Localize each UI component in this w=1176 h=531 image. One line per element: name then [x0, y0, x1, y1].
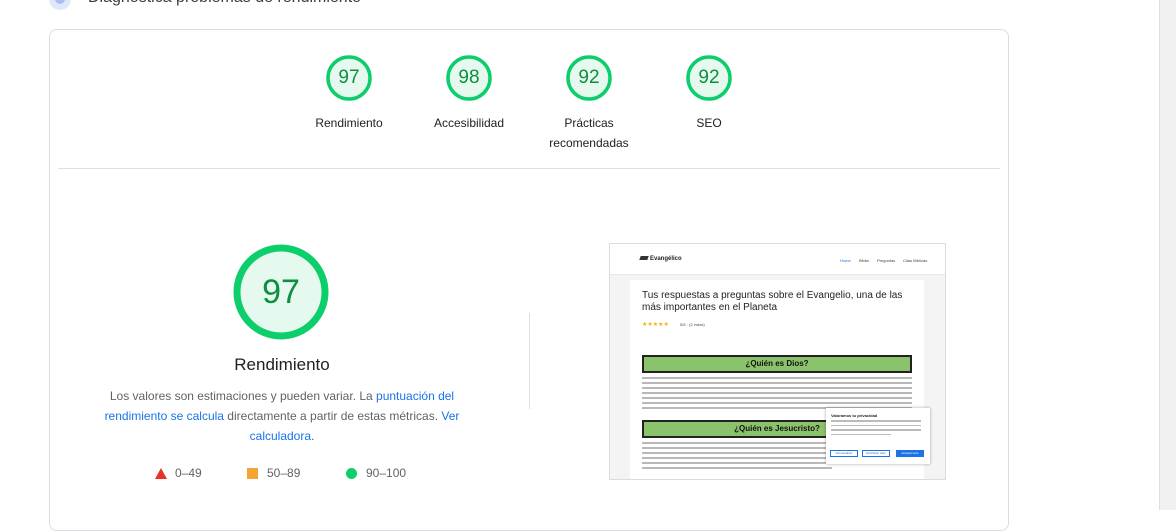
gauge-best-practices[interactable]: 92 Prácticas recomendadas [529, 54, 649, 153]
rating-votes: 5/5 · (2 votos) [680, 322, 705, 327]
site-menu-item: Citas Bíblicas [903, 258, 928, 263]
scrollbar[interactable] [1159, 0, 1176, 510]
performance-score: 97 [262, 273, 300, 311]
final-screenshot[interactable]: Evangélico Home Biblia Preguntas Citas B… [609, 243, 946, 480]
section-header: Diagnostica problemas de rendimiento [0, 0, 1176, 14]
performance-title: Rendimiento [234, 355, 330, 374]
report-card: 97 Rendimiento 98 Accesibilidad 92 Práct… [49, 29, 1009, 531]
category-gauges: 97 Rendimiento 98 Accesibilidad 92 Práct… [50, 30, 1008, 170]
performance-description: Los valores son estimaciones y pueden va… [98, 386, 466, 446]
cookie-customize-button: Personalizar [830, 450, 858, 457]
gauge-accessibility[interactable]: 98 Accesibilidad [409, 54, 529, 133]
screenshot-nav: Evangélico Home Biblia Preguntas Citas B… [610, 244, 945, 275]
divider [529, 313, 530, 409]
divider [58, 168, 1000, 169]
circle-icon [346, 468, 357, 479]
cookie-title: Valoramos tu privacidad [831, 413, 878, 418]
square-icon [247, 468, 258, 479]
triangle-icon [155, 468, 167, 479]
site-menu-item: Biblia [859, 258, 869, 263]
legend-range: 90–100 [366, 466, 407, 480]
desc-text: Los valores son estimaciones y pueden va… [109, 389, 377, 403]
site-headline: Tus respuestas a preguntas sobre el Evan… [642, 290, 903, 313]
performance-gauge: 97 [232, 243, 330, 341]
desc-text: . [311, 429, 315, 443]
diagnostics-icon [49, 0, 71, 10]
site-menu-item: Preguntas [877, 258, 896, 263]
gauge-label: Accesibilidad [433, 116, 505, 130]
cookie-reject-button: Rechazar todo [862, 450, 890, 457]
gauge-score: 92 [698, 67, 720, 88]
site-logo: Evangélico [640, 256, 682, 262]
gauge-performance[interactable]: 97 Rendimiento [289, 54, 409, 133]
rating-stars: ★★★★★ [642, 322, 669, 328]
desc-text: directamente a partir de estas métricas. [223, 409, 442, 423]
legend-range: 50–89 [267, 466, 301, 480]
gauge-seo[interactable]: 92 SEO [649, 54, 769, 133]
gauge-score: 97 [338, 67, 360, 88]
gauge-label: Prácticas recomendadas [549, 116, 629, 150]
cookie-banner: Valoramos tu privacidad Personalizar Rec… [826, 408, 930, 464]
gauge-score: 98 [458, 67, 480, 88]
section-title: Diagnostica problemas de rendimiento [88, 0, 361, 8]
legend-range: 0–49 [175, 466, 202, 480]
site-menu-item: Home [840, 258, 851, 263]
gauge-label: Rendimiento [315, 116, 383, 130]
gauge-label: SEO [696, 116, 722, 130]
paragraph [642, 377, 912, 412]
cookie-accept-button: Aceptar todo [896, 450, 924, 457]
gauge-score: 92 [578, 67, 600, 88]
section-heading: ¿Quién es Dios? [642, 355, 912, 373]
